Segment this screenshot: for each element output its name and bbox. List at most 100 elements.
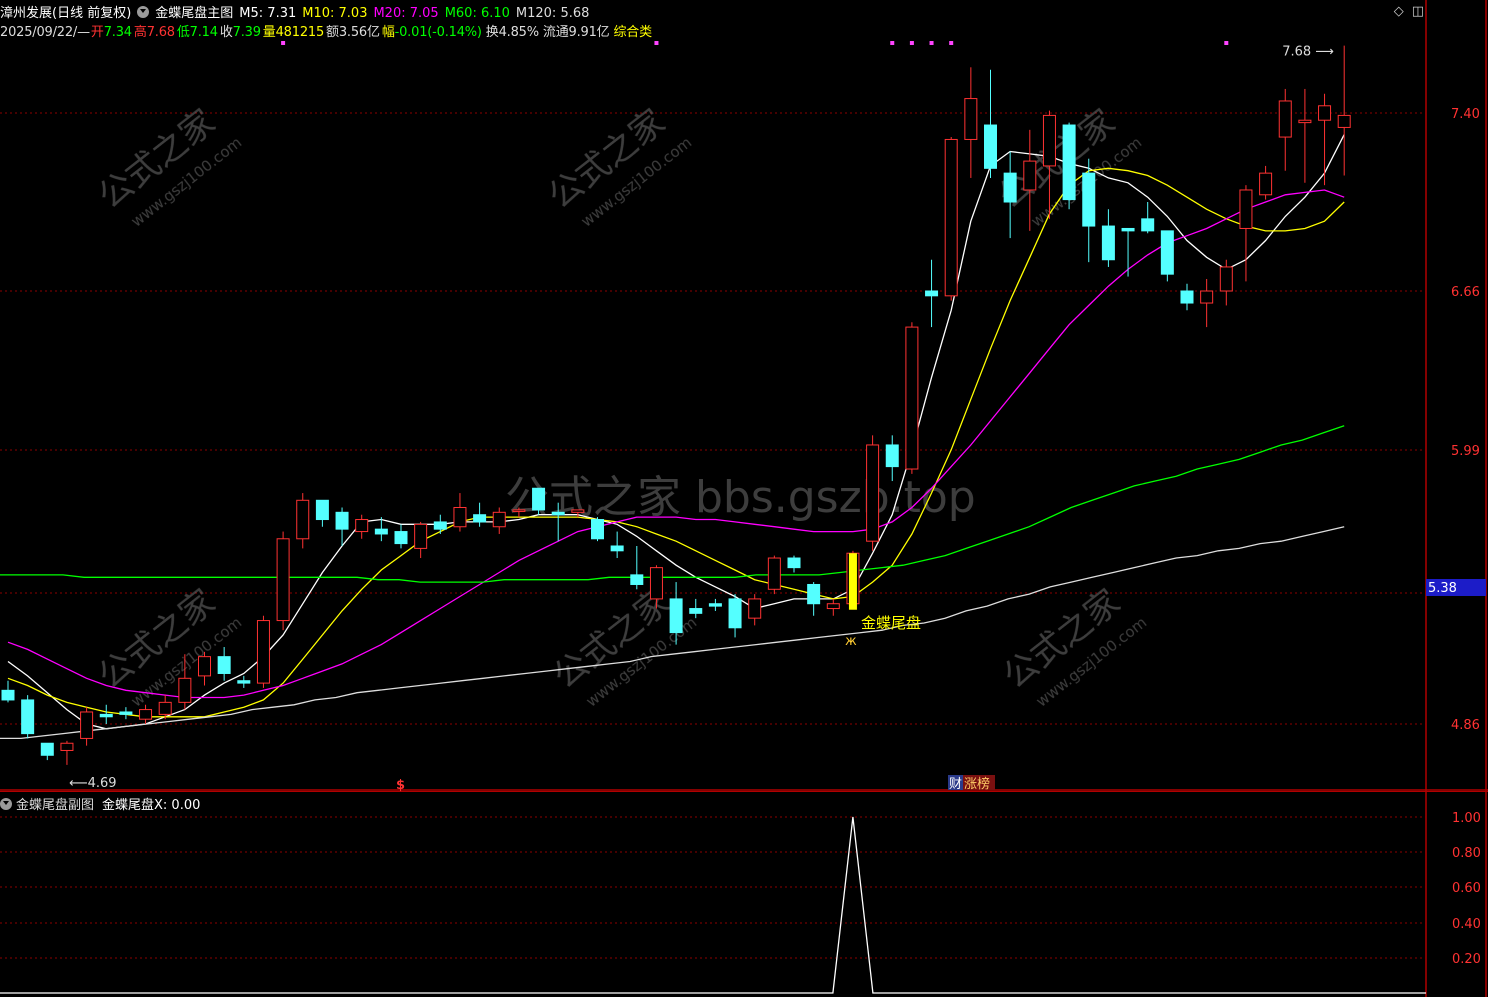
candle	[728, 594, 742, 638]
watermarks: 公式之家 bbs.gszb.top 公式之家www.gszj100.com 公式…	[91, 102, 1150, 711]
candle-body	[1180, 290, 1194, 304]
candle-body	[374, 528, 388, 535]
candle-body	[1160, 230, 1174, 275]
candle	[984, 69, 997, 178]
sub-tick: 0.60	[1452, 881, 1481, 896]
candle-body	[787, 557, 801, 569]
candle-body	[944, 138, 958, 297]
candle-body	[630, 574, 644, 585]
candle	[610, 531, 624, 559]
candle-body	[119, 711, 133, 715]
candle-body	[512, 509, 526, 512]
candle-body	[885, 444, 899, 468]
candle	[708, 598, 722, 611]
candle-body	[40, 742, 54, 756]
sub-series-label: 金蝶尾盘X: 0.00	[102, 798, 201, 813]
candle-body	[1239, 189, 1253, 229]
chart-canvas: 公式之家 bbs.gszb.top 公式之家www.gszj100.com 公式…	[0, 0, 1488, 997]
sub-chart-name[interactable]: 金蝶尾盘副图	[16, 798, 94, 813]
sub-series-line	[0, 816, 1426, 994]
butterfly-icon: ж	[845, 634, 857, 649]
candle-body	[984, 124, 997, 169]
money-marker: $	[396, 778, 405, 793]
dropdown-icon[interactable]	[0, 798, 12, 810]
event-dot	[1224, 41, 1229, 45]
watermark-stamp-2: 公式之家www.gszj100.com	[541, 102, 695, 231]
candle-body	[866, 444, 880, 542]
candle	[767, 555, 781, 595]
event-dot	[890, 41, 895, 45]
candle-body	[826, 603, 840, 610]
candle-body	[807, 583, 821, 605]
candle	[1259, 165, 1273, 200]
candle-body	[198, 656, 211, 677]
candle-body	[1003, 172, 1017, 203]
candle-body	[1278, 100, 1292, 138]
candle	[1003, 151, 1017, 239]
watermark-stamp-1: 公式之家www.gszj100.com	[91, 102, 245, 231]
candle-body	[1259, 172, 1273, 196]
candle-body	[335, 511, 349, 530]
candle	[276, 531, 290, 631]
candle	[296, 493, 310, 549]
badge[interactable]: 财 涨榜	[948, 775, 995, 792]
candle	[1062, 122, 1076, 210]
candle	[748, 594, 762, 626]
candle	[925, 259, 939, 328]
candle-body	[708, 603, 722, 607]
candle	[80, 707, 94, 746]
candle-body	[296, 499, 310, 540]
candle	[198, 651, 211, 686]
sub-tick: 0.40	[1452, 917, 1481, 932]
candle	[1318, 93, 1332, 186]
candle	[807, 582, 821, 616]
badge-right: 涨榜	[964, 776, 990, 792]
candle-body	[1023, 160, 1037, 191]
candle-body	[21, 699, 35, 735]
candle	[1082, 158, 1096, 263]
candle	[40, 742, 54, 761]
event-dot	[654, 41, 659, 45]
candle-body	[905, 326, 919, 470]
candle	[630, 545, 644, 590]
candle-body	[669, 598, 683, 634]
candle-body	[473, 514, 487, 523]
candle	[256, 615, 270, 688]
sub-tick: 1.00	[1452, 811, 1481, 826]
high-price-label: 7.68 ⟶	[1282, 45, 1334, 60]
candle-body	[610, 545, 624, 552]
candle	[60, 740, 74, 765]
price-axis: 7.40 6.66 5.99 4.86 5.38	[1426, 107, 1486, 733]
candle-body	[139, 709, 153, 720]
candle	[1200, 278, 1214, 328]
event-dot	[949, 41, 954, 45]
badge-left: 财	[949, 777, 962, 792]
candle	[1180, 283, 1194, 311]
candle-body	[414, 523, 428, 549]
candle-body	[689, 608, 703, 614]
candle-body	[748, 598, 762, 619]
candle-body	[532, 487, 546, 511]
candle-body	[158, 701, 172, 715]
candle-body	[1141, 218, 1155, 232]
candle	[1, 680, 15, 703]
candle	[964, 67, 978, 178]
candle-body	[237, 680, 251, 684]
candle	[433, 514, 447, 534]
candle	[1121, 227, 1135, 277]
event-dot	[929, 41, 934, 45]
candle	[1219, 259, 1233, 306]
candle	[689, 598, 703, 619]
candle-body	[433, 521, 447, 530]
candle-body	[355, 519, 369, 533]
candle	[866, 435, 880, 551]
candle-body	[649, 567, 663, 600]
candle	[1239, 185, 1253, 282]
sub-tick: 0.80	[1452, 846, 1481, 861]
candle-body	[728, 598, 742, 629]
candle	[1101, 209, 1115, 267]
candle	[1278, 88, 1292, 171]
candle	[394, 524, 408, 549]
grid-lines	[0, 112, 1426, 959]
candle-body	[217, 656, 231, 674]
